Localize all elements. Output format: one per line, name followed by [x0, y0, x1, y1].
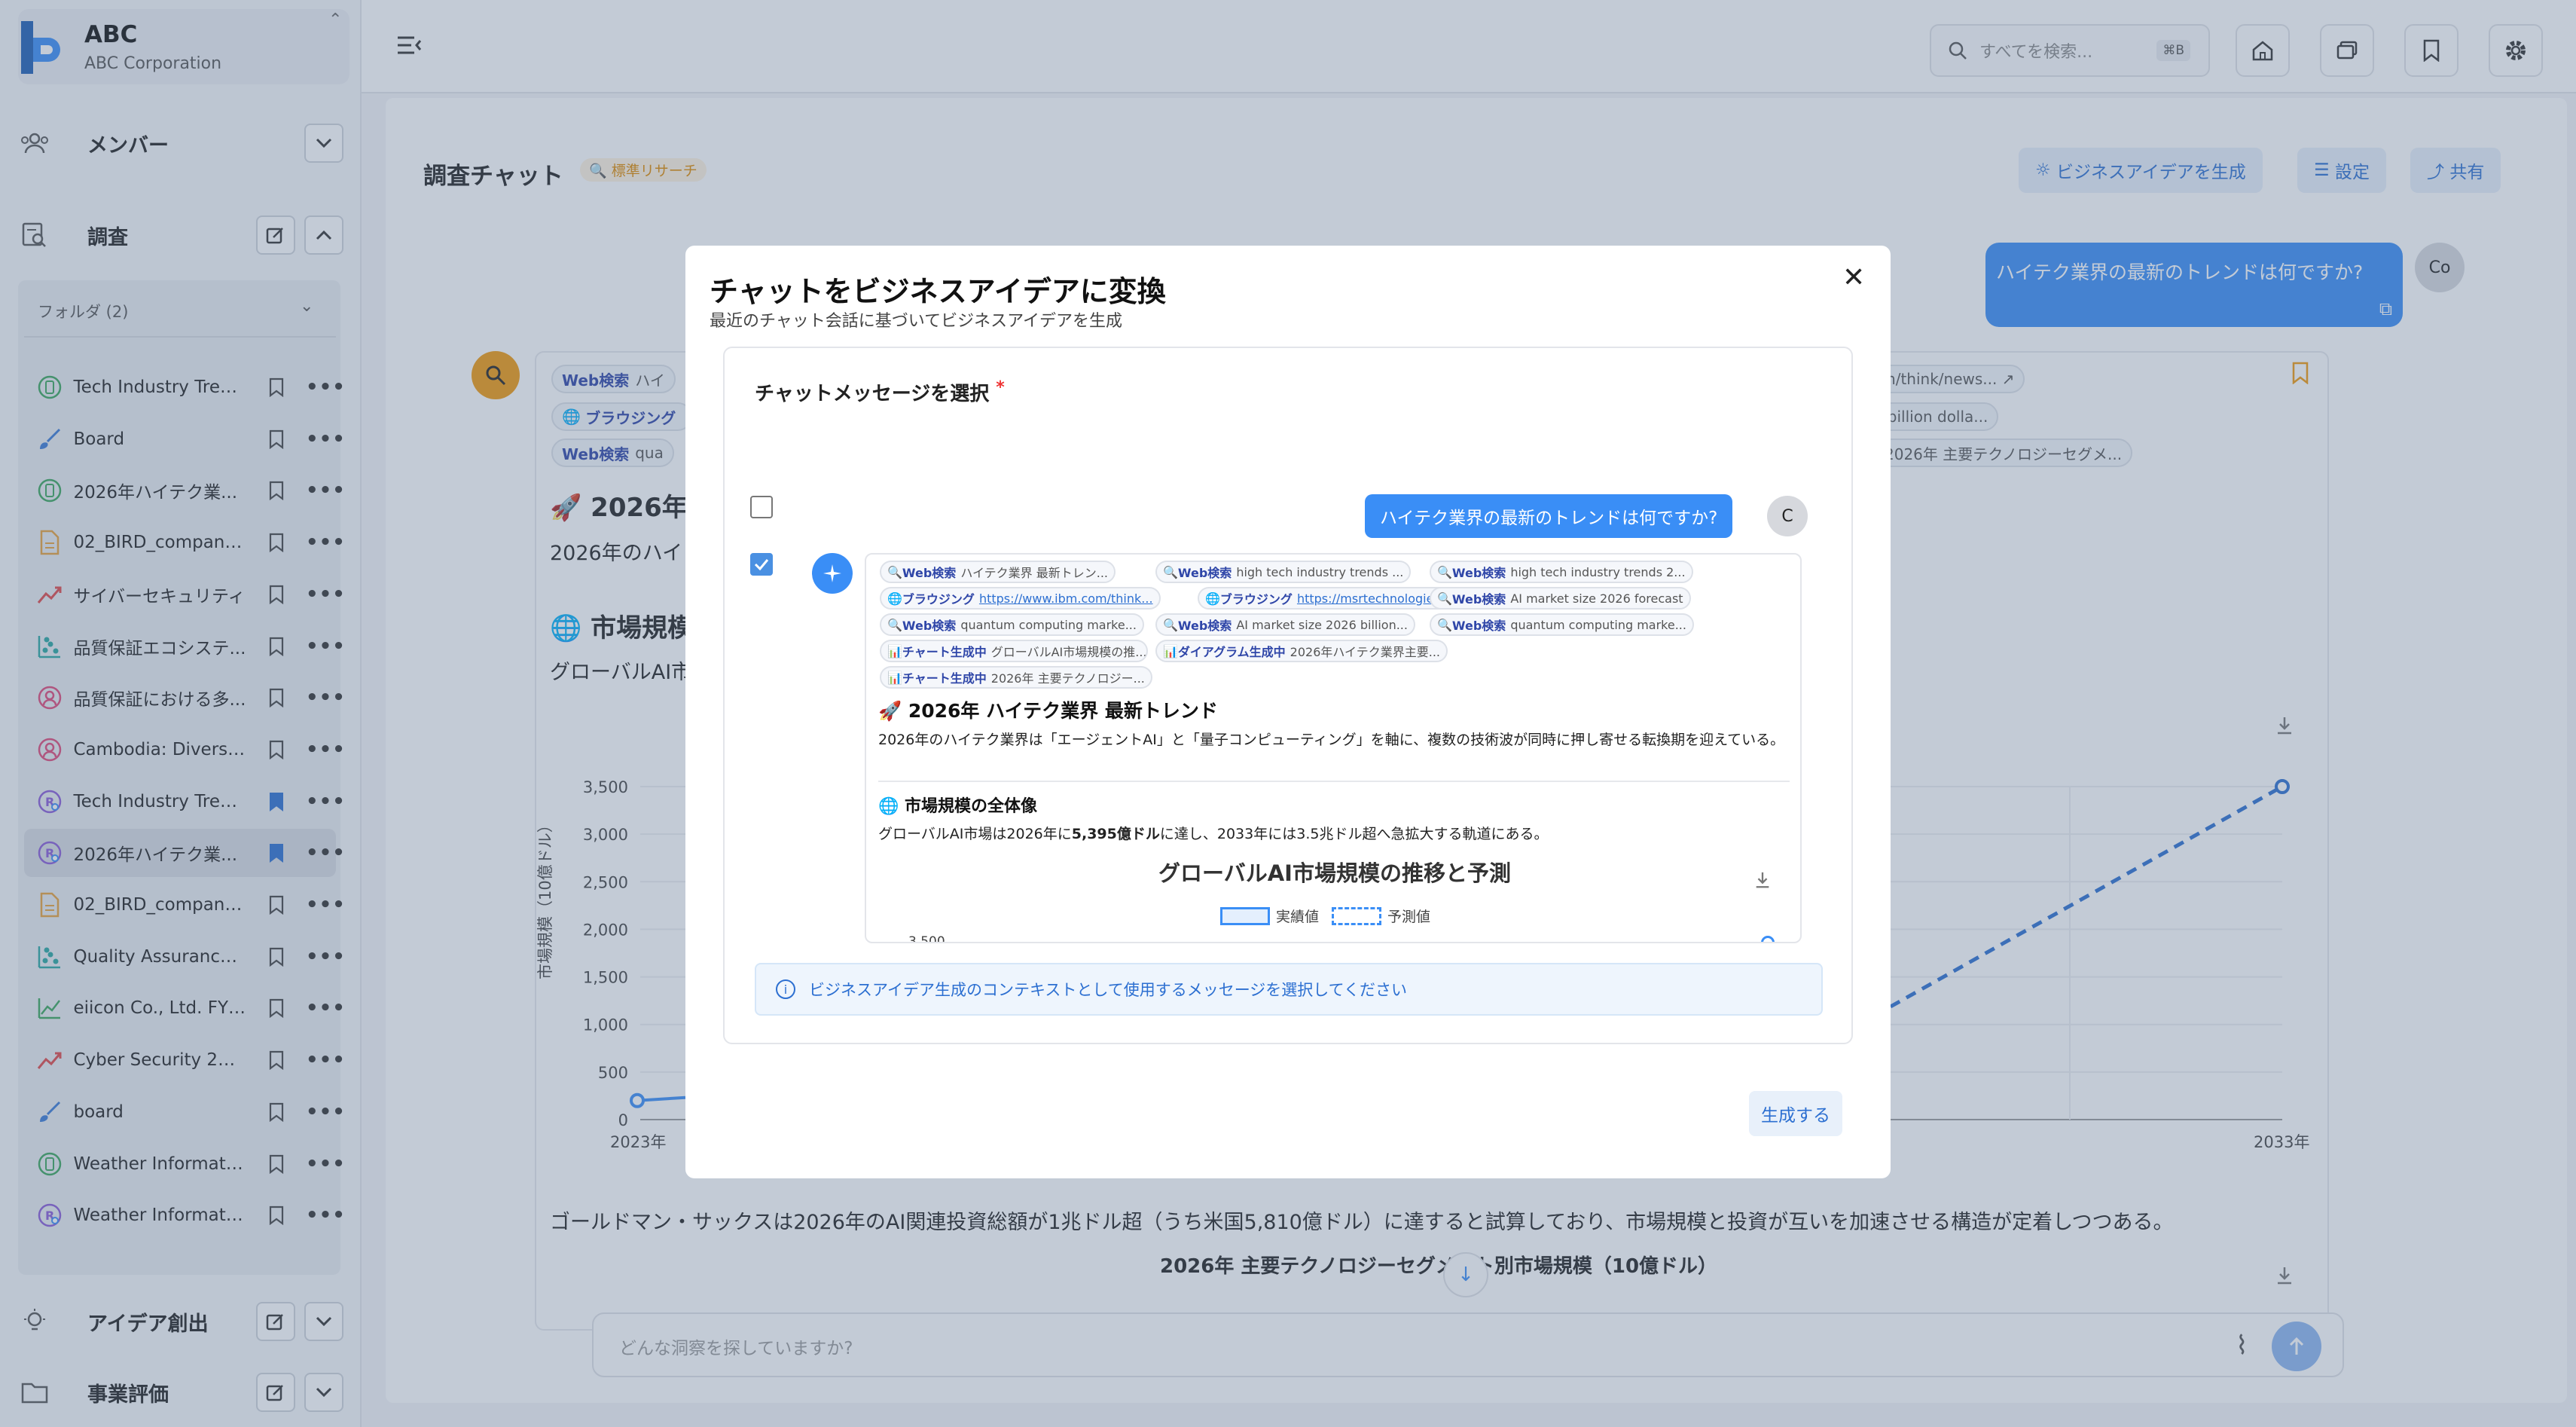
source-chip: 📊 ダイアグラム生成中 2026年ハイテク業界主要...	[1155, 640, 1448, 662]
preview-text: グローバルAI市場は2026年に5,395億ドルに達し、2033年には3.5兆ド…	[878, 823, 1548, 843]
info-text: ビジネスアイデア生成のコンテキストとして使用するメッセージを選択してください	[809, 981, 1408, 999]
search-icon: 🔍	[887, 617, 902, 632]
source-chip-kind: チャート生成中	[902, 645, 987, 659]
source-chip: 🔍 Web検索 AI market size 2026 billion...	[1155, 613, 1415, 636]
convert-to-idea-modal: チャットをビジネスアイデアに変換 最近のチャット会話に基づいてビジネスアイデアを…	[685, 246, 1891, 1178]
user-message-checkbox[interactable]	[750, 496, 773, 518]
chart-icon: 📊	[887, 643, 902, 658]
source-chip: 🔍 Web検索 ハイテク業界 最新トレン...	[880, 561, 1116, 583]
modal-subtitle: 最近のチャット会話に基づいてビジネスアイデアを生成	[710, 312, 1123, 331]
preview-text: 2026年のハイテク業界は「エージェントAI」と「量子コンピューティング」を軸に…	[878, 732, 1785, 748]
preview-text-part: グローバルAI市場は2026年に	[878, 826, 1072, 842]
source-chip-text: high tech industry trends 2...	[1510, 564, 1686, 579]
source-chip-text: AI market size 2026 billion...	[1236, 617, 1408, 632]
source-chip-text: 2026年ハイテク業界主要...	[1290, 645, 1440, 659]
source-chip: 🔍 Web検索 quantum computing marke...	[1430, 613, 1694, 636]
preview-heading: 🌐 市場規模の全体像	[878, 797, 1038, 816]
legend-forecast-swatch	[1332, 907, 1381, 925]
assistant-sparkle-avatar	[812, 553, 853, 594]
preview-chart-point	[1761, 936, 1775, 942]
assistant-message-checkbox[interactable]	[750, 553, 773, 576]
source-chip-text: 2026年 主要テクノロジー...	[990, 671, 1145, 686]
source-chip: 📊 チャート生成中 グローバルAI市場規模の推...	[880, 640, 1148, 662]
source-chip-kind: ブラウジング	[1219, 592, 1293, 607]
source-chip-text: quantum computing marke...	[1510, 617, 1686, 632]
select-label-text: チャットメッセージを選択	[755, 383, 990, 405]
select-label: チャットメッセージを選択 *	[755, 378, 1005, 406]
legend-actual: 実績値	[1276, 909, 1320, 925]
source-chip-kind: Web検索	[902, 619, 957, 633]
generate-button[interactable]: 生成する	[1749, 1091, 1842, 1136]
search-icon: 🔍	[887, 564, 902, 579]
globe-icon: 🌐	[1205, 591, 1220, 606]
preview-heading: 🚀 2026年 ハイテク業界 最新トレンド	[878, 700, 1218, 722]
legend-actual-swatch	[1220, 907, 1270, 925]
source-chip-kind: Web検索	[1177, 619, 1232, 633]
source-chip-text: グローバルAI市場規模の推...	[990, 645, 1147, 659]
source-chip-text[interactable]: https://www.ibm.com/think...	[979, 591, 1153, 606]
search-icon: 🔍	[1437, 564, 1452, 579]
modal-user-avatar: C	[1767, 496, 1808, 536]
source-chip: 🔍 Web検索 quantum computing marke...	[880, 613, 1144, 636]
source-chip-kind: Web検索	[902, 566, 957, 580]
source-chip-text: ハイテク業界 最新トレン...	[960, 566, 1109, 580]
checkmark-icon	[754, 559, 769, 570]
source-chip-text: quantum computing marke...	[960, 617, 1137, 632]
search-icon: 🔍	[1163, 617, 1178, 632]
preview-chart-title: グローバルAI市場規模の推移と予測	[1158, 860, 1511, 886]
message-selector: チャットメッセージを選択 * ハイテク業界の最新のトレンドは何ですか? C 🔍 …	[723, 347, 1853, 1044]
source-chip-kind: Web検索	[1451, 592, 1506, 607]
preview-text-part: に達し、2033年には3.5兆ドル超へ急拡大する軌道にある。	[1159, 826, 1549, 842]
chart-icon: 📊	[1163, 643, 1178, 658]
source-chip-text: AI market size 2026 forecast	[1510, 591, 1683, 606]
assistant-message-preview: 🔍 Web検索 ハイテク業界 最新トレン... 🔍 Web検索 high tech i…	[865, 553, 1802, 943]
search-icon: 🔍	[1437, 617, 1452, 632]
source-chip: 🔍 Web検索 high tech industry trends ...	[1155, 561, 1412, 583]
preview-chart-ytick: 3,500	[908, 934, 945, 943]
source-chip-kind: Web検索	[1177, 566, 1232, 580]
info-banner: i ビジネスアイデア生成のコンテキストとして使用するメッセージを選択してください	[755, 963, 1823, 1016]
chart-icon: 📊	[887, 670, 902, 685]
search-icon: 🔍	[1437, 591, 1452, 606]
source-chip: 📊 チャート生成中 2026年 主要テクノロジー...	[880, 666, 1152, 689]
preview-text-bold: 5,395億ドル	[1071, 826, 1160, 842]
legend-forecast: 予測値	[1387, 909, 1431, 925]
source-chip-kind: Web検索	[1451, 566, 1506, 580]
required-mark: *	[996, 378, 1005, 397]
source-chip-kind: チャート生成中	[902, 671, 987, 686]
globe-icon: 🌐	[887, 591, 902, 606]
close-icon[interactable]: ✕	[1842, 262, 1865, 293]
source-chip: 🔍 Web検索 high tech industry trends 2...	[1430, 561, 1693, 583]
preview-divider	[878, 781, 1790, 782]
source-chip-kind: Web検索	[1451, 619, 1506, 633]
modal-user-bubble: ハイテク業界の最新のトレンドは何ですか?	[1365, 494, 1733, 538]
modal-title: チャットをビジネスアイデアに変換	[710, 275, 1166, 308]
download-icon[interactable]	[1753, 871, 1772, 892]
info-icon: i	[776, 979, 795, 999]
search-icon: 🔍	[1163, 564, 1178, 579]
source-chip-kind: ダイアグラム生成中	[1177, 645, 1286, 659]
source-chip: 🔍 Web検索 AI market size 2026 forecast	[1430, 587, 1691, 610]
source-chip-text: high tech industry trends ...	[1236, 564, 1404, 579]
source-chip: 🌐 ブラウジング https://www.ibm.com/think...	[880, 587, 1161, 610]
source-chip-kind: ブラウジング	[902, 592, 975, 607]
sparkle-icon	[823, 564, 841, 582]
